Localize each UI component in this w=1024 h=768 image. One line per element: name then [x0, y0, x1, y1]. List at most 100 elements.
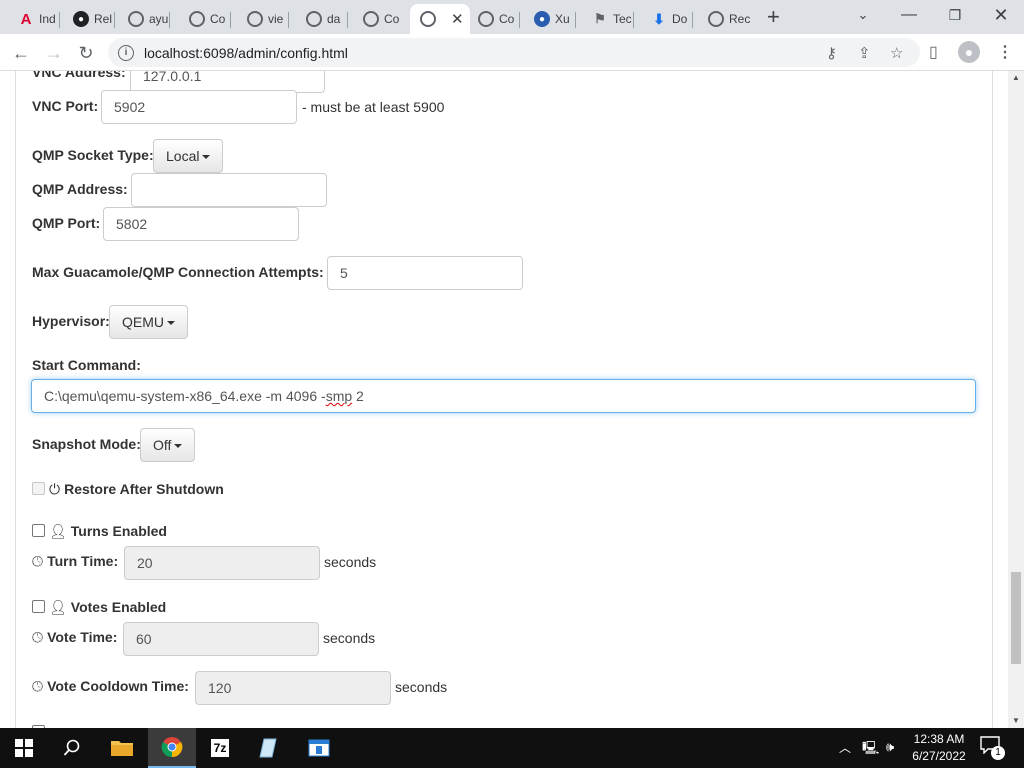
tab-title: Rel: [94, 12, 113, 26]
browser-tab[interactable]: Co: [179, 4, 231, 34]
turn-time-input[interactable]: 20: [124, 546, 320, 580]
profile-avatar-icon[interactable]: ●: [958, 41, 980, 63]
address-bar[interactable]: i localhost:6098/admin/config.html ⚷ ⇪ ☆: [108, 38, 920, 67]
new-tab-plus-icon[interactable]: +: [767, 6, 780, 28]
site-info-icon[interactable]: i: [118, 44, 134, 61]
browser-tab[interactable]: Co: [353, 4, 405, 34]
browser-tab[interactable]: ● Rel: [63, 4, 115, 34]
7zip-icon: 7z: [210, 739, 230, 757]
globe-icon: [247, 11, 263, 27]
forward-arrow-icon[interactable]: →: [42, 41, 66, 65]
browser-tab-active[interactable]: ✕: [410, 4, 470, 34]
bookmark-star-icon[interactable]: ☆: [890, 44, 903, 62]
close-window-icon[interactable]: ✕: [978, 4, 1024, 26]
close-tab-icon[interactable]: ✕: [451, 10, 464, 28]
votes-enabled-checkbox[interactable]: [32, 600, 45, 613]
reload-icon[interactable]: ↻: [74, 41, 98, 65]
qmp-socket-type-dropdown[interactable]: Local: [153, 139, 224, 173]
scrollbar-thumb[interactable]: [1011, 572, 1021, 664]
max-connection-attempts-input[interactable]: 5: [327, 256, 523, 290]
clock-icon: 🕓︎: [32, 553, 44, 569]
browser-tab[interactable]: ⚑ Tec: [582, 4, 634, 34]
browser-toolbar: ← → ↻ i localhost:6098/admin/config.html…: [0, 34, 1024, 71]
network-icon[interactable]: 🖳︎: [862, 739, 879, 761]
power-icon: ⏻: [49, 481, 61, 497]
search-icon: [63, 739, 80, 756]
notepad-button[interactable]: [245, 728, 293, 768]
angular-icon: A: [20, 10, 32, 28]
qmp-port-label: QMP Port:: [32, 215, 101, 231]
turn-time-unit: seconds: [324, 554, 377, 570]
qmp-socket-type-value: Local: [166, 148, 200, 164]
vote-time-input[interactable]: 60: [123, 622, 319, 656]
show-hidden-icons-icon[interactable]: ︿: [839, 739, 851, 756]
globe-icon: [708, 11, 724, 27]
restore-after-shutdown-checkbox[interactable]: [32, 482, 45, 495]
file-explorer-button[interactable]: [98, 728, 146, 768]
clock-icon: 🕓︎: [32, 678, 44, 694]
start-command-input[interactable]: C:\qemu\qemu-system-x86_64.exe -m 4096 -…: [31, 379, 976, 413]
chrome-taskbar-button[interactable]: [148, 728, 196, 768]
url-text[interactable]: localhost:6098/admin/config.html: [144, 45, 348, 61]
app-window-button[interactable]: [295, 728, 343, 768]
browser-tab[interactable]: ⬇ Do: [641, 4, 693, 34]
qmp-port-input[interactable]: 5802: [103, 207, 299, 241]
start-command-text: C:\qemu\qemu-system-x86_64.exe -m 4096 -: [44, 388, 326, 404]
spellcheck-word: smp: [325, 388, 353, 404]
window-app-icon: [308, 739, 330, 757]
menu-kebab-icon[interactable]: ⋮: [997, 42, 1013, 62]
globe-icon: [306, 11, 322, 27]
vnc-port-input[interactable]: 5902: [101, 90, 297, 124]
vote-cooldown-label: 🕓︎ Vote Cooldown Time:: [32, 678, 189, 695]
share-icon[interactable]: ⇪: [858, 44, 871, 62]
back-arrow-icon[interactable]: ←: [9, 41, 33, 65]
start-button[interactable]: [0, 728, 48, 768]
key-icon[interactable]: ⚷: [826, 44, 837, 62]
scroll-down-icon[interactable]: ▼: [1008, 714, 1024, 728]
windows-taskbar: 7z ︿ 🖳︎ 🕪︎ 12:38 AM 6/27/2022 1: [0, 728, 1024, 768]
search-button[interactable]: [48, 728, 96, 768]
tab-title: Tec: [613, 12, 632, 26]
7zip-button[interactable]: 7z: [196, 728, 244, 768]
tab-title: Ind: [39, 12, 56, 26]
tab-title: Rec: [729, 12, 750, 26]
minimize-icon[interactable]: —: [886, 4, 932, 26]
turns-enabled-checkbox[interactable]: [32, 524, 45, 537]
browser-tab[interactable]: Rec: [698, 4, 750, 34]
vote-time-label: 🕓︎ Vote Time:: [32, 629, 117, 646]
download-icon: ⬇: [653, 10, 665, 27]
system-clock[interactable]: 12:38 AM 6/27/2022: [906, 731, 972, 765]
tab-title: ayu: [149, 12, 169, 26]
globe-icon: [363, 11, 379, 27]
browser-tab[interactable]: ● Xu: [524, 4, 576, 34]
qmp-address-input[interactable]: [131, 173, 327, 207]
browser-tab[interactable]: A Ind: [8, 4, 60, 34]
tab-search-chevron-icon[interactable]: ⌄: [840, 4, 886, 26]
turns-enabled-text: Turns Enabled: [70, 523, 167, 539]
hypervisor-dropdown[interactable]: QEMU: [109, 305, 188, 339]
restore-after-shutdown-text: Restore After Shutdown: [64, 481, 224, 497]
github-icon: ●: [73, 11, 89, 27]
browser-tab[interactable]: Co: [468, 4, 520, 34]
tab-strip: A Ind ● Rel ayu Co vie da Co ✕ Co ● Xu ⚑…: [0, 0, 1024, 34]
votes-enabled-label: 👤︎ Votes Enabled: [49, 599, 166, 616]
restore-icon[interactable]: ❐: [932, 4, 978, 26]
volume-icon[interactable]: 🕪︎: [886, 739, 894, 755]
browser-tab[interactable]: vie: [237, 4, 289, 34]
browser-tab[interactable]: ayu: [118, 4, 170, 34]
action-center-button[interactable]: 1: [980, 736, 1005, 760]
start-command-label: Start Command:: [32, 357, 141, 373]
snapshot-mode-value: Off: [153, 437, 172, 453]
page-scrollbar[interactable]: ▲ ▼: [1008, 71, 1024, 728]
tab-title: Do: [672, 12, 688, 26]
caret-down-icon: [202, 155, 211, 160]
side-panel-icon[interactable]: ▯: [929, 42, 938, 62]
browser-tab[interactable]: da: [296, 4, 348, 34]
snapshot-mode-dropdown[interactable]: Off: [140, 428, 196, 462]
scroll-up-icon[interactable]: ▲: [1008, 71, 1024, 85]
vote-cooldown-input[interactable]: 120: [195, 671, 391, 705]
globe-icon: [420, 11, 436, 27]
vote-time-unit: seconds: [323, 630, 376, 646]
config-panel: VNC Address: 127.0.0.1 VNC Port: 5902 - …: [15, 71, 993, 728]
turn-time-label: 🕓︎ Turn Time:: [32, 553, 118, 570]
